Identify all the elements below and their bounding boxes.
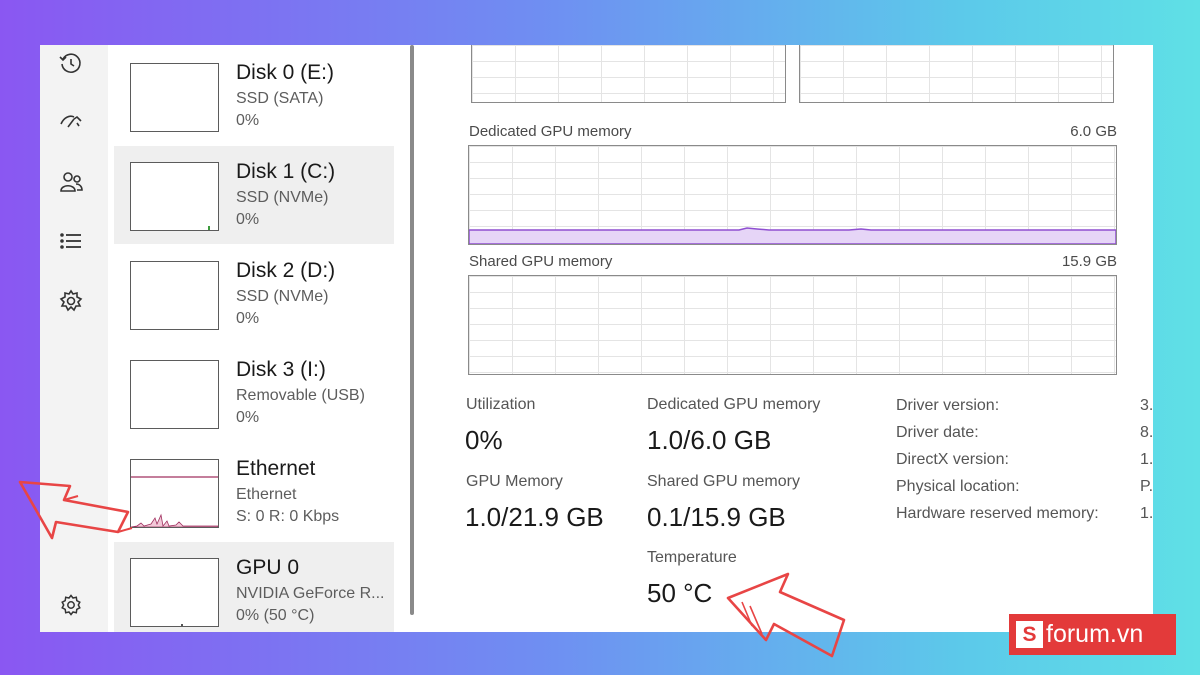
device-disk-2[interactable]: Disk 2 (D:) SSD (NVMe) 0% [114, 245, 394, 343]
device-gpu-0[interactable]: GPU 0 NVIDIA GeForce R... 0% (50 °C) [114, 542, 394, 632]
settings-icon[interactable] [56, 590, 86, 620]
dedicated-gpu-memory-graph-label: Dedicated GPU memory [469, 123, 632, 140]
device-type: SSD (SATA) [236, 90, 324, 107]
annotation-arrow-right [726, 572, 846, 658]
shared-gpu-memory-graph [468, 275, 1117, 375]
forum-logo: S forum.vn [1009, 614, 1176, 655]
dedicated-gpu-memory-value: 1.0/6.0 GB [647, 425, 772, 455]
directx-version-value: 1.. [1140, 451, 1153, 468]
hardware-reserved-memory-key: Hardware reserved memory: [896, 505, 1099, 522]
device-name: Disk 2 (D:) [236, 259, 336, 282]
device-type: NVIDIA GeForce R... [236, 585, 385, 602]
device-name: GPU 0 [236, 556, 300, 579]
logo-text: forum.vn [1046, 620, 1144, 648]
directx-version-key: DirectX version: [896, 451, 1009, 468]
dedicated-gpu-memory-label: Dedicated GPU memory [647, 396, 821, 413]
disk-1-activity-mark [208, 226, 210, 230]
hardware-reserved-memory-value: 1.. [1140, 505, 1153, 522]
device-usage: 0% [236, 211, 260, 228]
device-list: Disk 0 (E:) SSD (SATA) 0% Disk 1 (C:) SS… [108, 45, 398, 632]
device-disk-1[interactable]: Disk 1 (C:) SSD (NVMe) 0% [114, 146, 394, 244]
logo-s-mark: S [1016, 621, 1043, 648]
driver-version-value: 3.. [1140, 397, 1153, 414]
app-history-icon[interactable] [56, 49, 86, 79]
device-usage: 0% (50 °C) [236, 607, 315, 624]
ethernet-thumbnail [130, 459, 219, 528]
disk-2-thumbnail [130, 261, 219, 330]
gpu-memory-value: 1.0/21.9 GB [465, 502, 604, 532]
engine-graph-left [471, 45, 786, 103]
gpu-detail-pane: Dedicated GPU memory 6.0 GB Shared GPU m… [425, 45, 1153, 632]
device-list-scrollbar[interactable] [410, 45, 414, 615]
driver-date-value: 8.. [1140, 424, 1153, 441]
device-disk-0[interactable]: Disk 0 (E:) SSD (SATA) 0% [114, 47, 394, 145]
device-type: SSD (NVMe) [236, 189, 329, 206]
device-usage: 0% [236, 409, 260, 426]
physical-location-value: P. [1140, 478, 1153, 495]
gpu-0-activity-mark [181, 624, 183, 626]
utilization-value: 0% [465, 425, 503, 455]
device-usage: 0% [236, 112, 260, 129]
gpu-0-thumbnail [130, 558, 219, 627]
device-disk-3[interactable]: Disk 3 (I:) Removable (USB) 0% [114, 344, 394, 442]
device-usage: S: 0 R: 0 Kbps [236, 508, 340, 525]
shared-gpu-memory-value: 0.1/15.9 GB [647, 502, 786, 532]
disk-0-thumbnail [130, 63, 219, 132]
details-icon[interactable] [56, 226, 86, 256]
device-usage: 0% [236, 310, 260, 327]
driver-date-key: Driver date: [896, 424, 979, 441]
disk-3-thumbnail [130, 360, 219, 429]
shared-gpu-memory-graph-max: 15.9 GB [1061, 253, 1117, 270]
device-name: Disk 1 (C:) [236, 160, 336, 183]
physical-location-key: Physical location: [896, 478, 1020, 495]
device-name: Disk 0 (E:) [236, 61, 335, 84]
gpu-memory-label: GPU Memory [466, 473, 563, 490]
task-manager-window: Disk 0 (E:) SSD (SATA) 0% Disk 1 (C:) SS… [40, 45, 1153, 632]
disk-1-thumbnail [130, 162, 219, 231]
device-type: Ethernet [236, 486, 297, 503]
temperature-label: Temperature [647, 549, 737, 566]
dedicated-gpu-memory-graph [468, 145, 1117, 245]
ethernet-throughput-sparkline [131, 476, 218, 527]
users-icon[interactable] [56, 167, 86, 197]
services-icon[interactable] [56, 286, 86, 316]
annotation-arrow-left [18, 480, 133, 540]
dedicated-gpu-memory-usage-line [469, 227, 1116, 244]
device-ethernet[interactable]: Ethernet Ethernet S: 0 R: 0 Kbps [114, 443, 394, 541]
device-type: SSD (NVMe) [236, 288, 329, 305]
utilization-label: Utilization [466, 396, 536, 413]
shared-gpu-memory-label: Shared GPU memory [647, 473, 800, 490]
device-name: Ethernet [236, 457, 316, 480]
startup-apps-icon[interactable] [56, 107, 86, 137]
driver-version-key: Driver version: [896, 397, 1000, 414]
temperature-value: 50 °C [647, 578, 713, 608]
dedicated-gpu-memory-graph-max: 6.0 GB [1070, 123, 1117, 140]
engine-graph-right [799, 45, 1114, 103]
device-name: Disk 3 (I:) [236, 358, 326, 381]
shared-gpu-memory-graph-label: Shared GPU memory [469, 253, 613, 270]
device-type: Removable (USB) [236, 387, 365, 404]
